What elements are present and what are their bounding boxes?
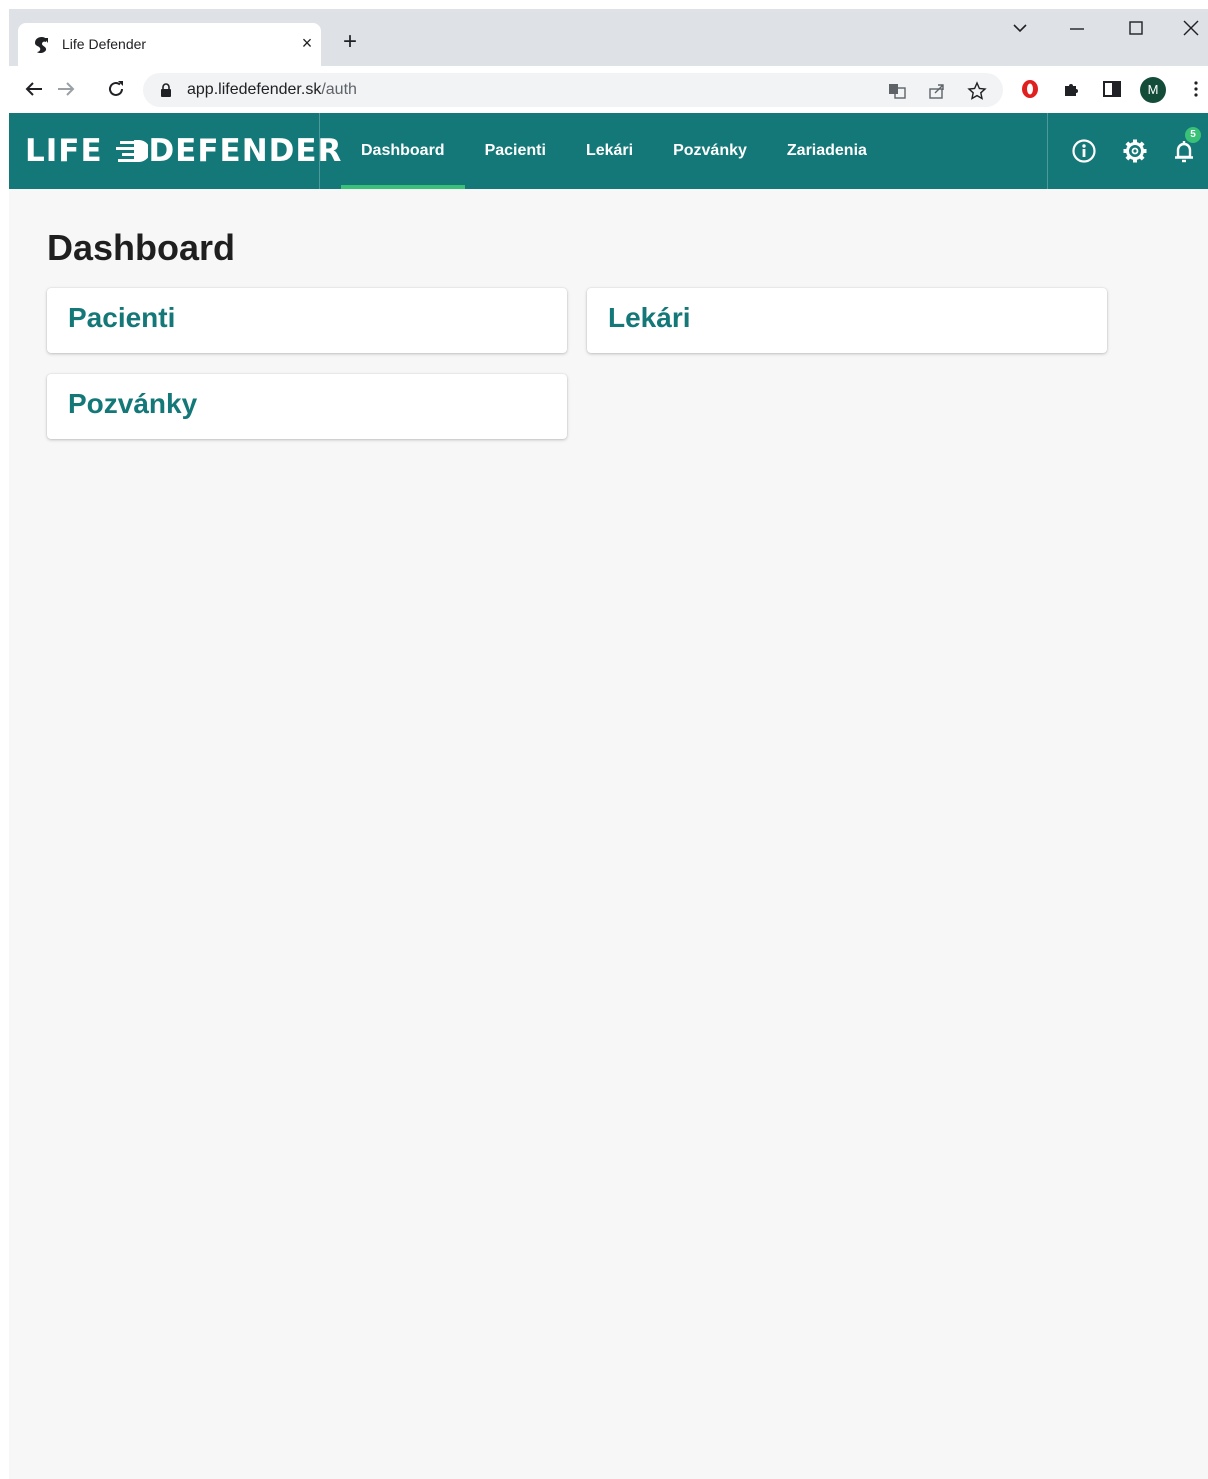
card-title: Pacienti bbox=[68, 302, 176, 333]
opera-extension-icon[interactable] bbox=[1019, 78, 1041, 100]
nav-item-pozvanky[interactable]: Pozvánky bbox=[653, 113, 767, 189]
logo-text-right: DEFENDER bbox=[148, 133, 343, 169]
card-title: Pozvánky bbox=[68, 388, 198, 419]
page-title: Dashboard bbox=[47, 227, 236, 268]
close-window-icon[interactable] bbox=[1176, 13, 1206, 43]
share-icon[interactable] bbox=[927, 81, 947, 101]
reload-icon[interactable] bbox=[105, 78, 127, 100]
back-arrow-icon[interactable] bbox=[23, 78, 45, 100]
tab-close-icon[interactable]: × bbox=[296, 32, 318, 54]
nav-item-lekari[interactable]: Lekári bbox=[566, 113, 653, 189]
browser-toolbar: app.lifedefender.sk/auth M bbox=[9, 66, 1208, 114]
header-divider-right bbox=[1047, 113, 1048, 189]
app-header: LIFE DEFENDER Dashboard Pacienti Lekári … bbox=[9, 113, 1208, 189]
gear-icon[interactable] bbox=[1122, 138, 1148, 164]
header-divider-left bbox=[319, 113, 320, 189]
info-icon[interactable] bbox=[1071, 138, 1097, 164]
translate-icon[interactable] bbox=[887, 81, 907, 101]
notification-count-badge: 5 bbox=[1185, 127, 1201, 143]
lock-icon[interactable] bbox=[159, 83, 173, 97]
nav-item-zariadenia[interactable]: Zariadenia bbox=[767, 113, 887, 189]
tab-title: Life Defender bbox=[62, 36, 147, 52]
browser-tab[interactable]: Life Defender × bbox=[18, 23, 321, 66]
tab-search-icon[interactable] bbox=[1005, 13, 1035, 43]
side-panel-icon[interactable] bbox=[1101, 78, 1123, 100]
life-defender-logo[interactable]: LIFE DEFENDER bbox=[25, 133, 342, 169]
new-tab-button[interactable]: + bbox=[339, 30, 361, 54]
profile-avatar[interactable]: M bbox=[1140, 77, 1166, 103]
bookmark-star-icon[interactable] bbox=[967, 81, 987, 101]
nav-item-pacienti[interactable]: Pacienti bbox=[465, 113, 566, 189]
url-text[interactable]: app.lifedefender.sk/auth bbox=[187, 81, 357, 99]
url-host: app.lifedefender.sk bbox=[187, 81, 322, 98]
url-path: /auth bbox=[321, 81, 357, 98]
card-pozvanky[interactable]: Pozvánky bbox=[47, 374, 567, 439]
address-bar[interactable]: app.lifedefender.sk/auth bbox=[143, 73, 1003, 107]
life-defender-favicon-icon bbox=[35, 37, 48, 54]
card-lekari[interactable]: Lekári bbox=[587, 288, 1107, 353]
card-pacienti[interactable]: Pacienti bbox=[47, 288, 567, 353]
main-nav: Dashboard Pacienti Lekári Pozvánky Zaria… bbox=[341, 113, 887, 189]
defender-bricks-icon bbox=[116, 140, 149, 162]
nav-item-dashboard[interactable]: Dashboard bbox=[341, 113, 465, 189]
extensions-puzzle-icon[interactable] bbox=[1061, 78, 1083, 100]
card-title: Lekári bbox=[608, 302, 691, 333]
minimize-icon[interactable] bbox=[1062, 13, 1092, 43]
forward-arrow-icon[interactable] bbox=[55, 78, 77, 100]
tab-strip: Life Defender × + bbox=[9, 9, 1208, 66]
logo-text-left: LIFE bbox=[25, 133, 103, 169]
browser-menu-icon[interactable] bbox=[1185, 78, 1207, 100]
maximize-icon[interactable] bbox=[1121, 13, 1151, 43]
browser-window: Life Defender × + app.lifedefender.sk/au… bbox=[9, 9, 1208, 1479]
